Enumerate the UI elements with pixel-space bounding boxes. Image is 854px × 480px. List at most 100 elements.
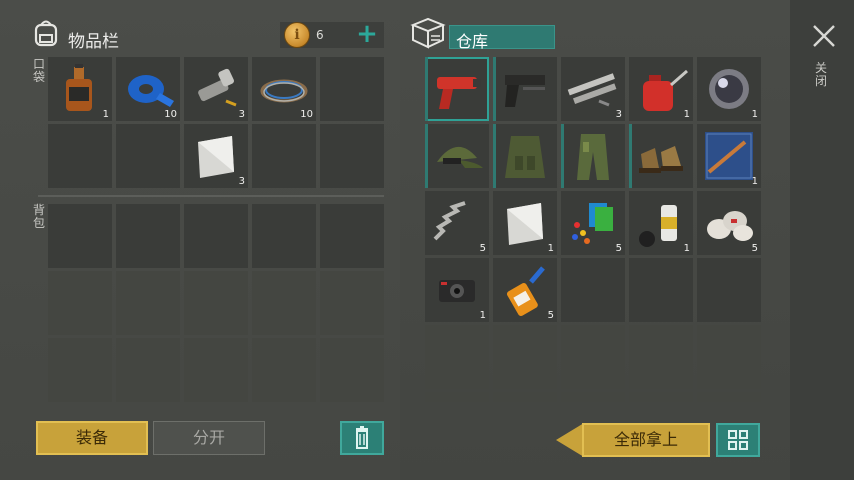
trash-icon — [356, 426, 368, 449]
pocket-slot[interactable] — [320, 124, 384, 188]
item-quantity: 1 — [479, 310, 486, 321]
item-quantity: 10 — [300, 109, 313, 120]
backpack-slot[interactable] — [184, 338, 248, 402]
trash-button[interactable] — [340, 421, 384, 455]
grid-view-button[interactable] — [716, 423, 760, 457]
item-quantity: 5 — [547, 310, 554, 321]
warehouse-slot[interactable] — [697, 258, 761, 322]
item-quantity: 5 — [615, 243, 622, 254]
metal-plate-icon — [198, 136, 234, 178]
backpack-slot[interactable] — [116, 338, 180, 402]
rarity-marker — [425, 57, 428, 121]
warehouse-slot[interactable] — [697, 325, 761, 389]
item-quantity: 3 — [615, 109, 622, 120]
backpack-slot[interactable] — [48, 204, 112, 268]
warehouse-slot[interactable]: 1 — [697, 57, 761, 121]
rifle-blueprint-icon — [705, 132, 753, 180]
take-all-arrow-icon — [556, 423, 584, 457]
bandages-icon — [707, 211, 753, 241]
pocket-slot[interactable]: 3 — [184, 57, 248, 121]
warehouse-slot[interactable] — [425, 325, 489, 389]
backpack-slot[interactable] — [184, 204, 248, 268]
pocket-slot[interactable]: 10 — [116, 57, 180, 121]
pocket-slot[interactable] — [116, 124, 180, 188]
backpack-slot[interactable] — [184, 271, 248, 335]
item-quantity: 5 — [479, 243, 486, 254]
warehouse-slot[interactable]: 1 — [493, 191, 557, 255]
warehouse-slot[interactable] — [697, 392, 761, 402]
pocket-slot[interactable] — [320, 57, 384, 121]
warehouse-title-tag: 仓库 — [449, 25, 555, 51]
close-label: 关闭 — [815, 61, 828, 88]
backpack-slot[interactable] — [320, 204, 384, 268]
grid-icon — [728, 430, 748, 450]
pocket-slot[interactable] — [48, 124, 112, 188]
warehouse-slot[interactable]: 1 — [629, 191, 693, 255]
warehouse-slot[interactable] — [561, 392, 625, 402]
pocket-slot[interactable]: 10 — [252, 57, 316, 121]
coin-icon: i — [284, 22, 310, 48]
warehouse-slot[interactable]: 5 — [425, 191, 489, 255]
oil-can-icon — [643, 69, 688, 111]
backpack-slot[interactable] — [116, 204, 180, 268]
metal-pipes-icon — [567, 73, 617, 107]
equip-button[interactable]: 装备 — [36, 421, 148, 455]
warehouse-slot[interactable] — [425, 392, 489, 402]
rarity-marker — [425, 124, 428, 188]
warehouse-slot[interactable]: 5 — [493, 258, 557, 322]
backpack-label: 背包 — [33, 203, 46, 230]
warehouse-slot[interactable] — [493, 392, 557, 402]
whiskey-bottle-icon — [66, 64, 92, 111]
take-all-button[interactable]: 全部拿上 — [582, 423, 710, 457]
close-button[interactable] — [808, 20, 840, 52]
warehouse-slot[interactable] — [629, 124, 693, 188]
warehouse-slot[interactable] — [493, 124, 557, 188]
warehouse-slot[interactable]: 5 — [697, 191, 761, 255]
warehouse-slot[interactable] — [425, 124, 489, 188]
backpack-slot[interactable] — [320, 271, 384, 335]
item-quantity: 1 — [683, 243, 690, 254]
backpack-icon — [30, 17, 62, 49]
pocket-slot[interactable]: 3 — [184, 124, 248, 188]
warehouse-slot[interactable] — [629, 258, 693, 322]
warehouse-slot[interactable]: 5 — [561, 191, 625, 255]
camo-pants-icon — [577, 134, 609, 180]
add-coins-button[interactable]: + — [356, 21, 378, 47]
backpack-slot[interactable] — [252, 338, 316, 402]
warehouse-slot[interactable] — [561, 124, 625, 188]
coin-count: 6 — [316, 28, 324, 42]
item-quantity: 1 — [751, 109, 758, 120]
section-divider — [38, 195, 384, 197]
pocket-slot[interactable] — [252, 124, 316, 188]
backpack-slot[interactable] — [252, 271, 316, 335]
glue-icon — [506, 266, 545, 317]
warehouse-slot[interactable] — [629, 392, 693, 402]
backpack-slot[interactable] — [48, 338, 112, 402]
boots-icon — [639, 146, 683, 173]
plastic-pieces-icon — [572, 203, 613, 244]
warehouse-slot[interactable] — [493, 57, 557, 121]
backpack-slot[interactable] — [252, 204, 316, 268]
tactical-vest-icon — [505, 136, 545, 178]
spring-icon — [433, 201, 466, 241]
backpack-slot[interactable] — [48, 271, 112, 335]
item-quantity: 3 — [238, 176, 245, 187]
warehouse-slot[interactable] — [493, 325, 557, 389]
warehouse-slot[interactable] — [561, 325, 625, 389]
warehouse-box-icon — [410, 16, 446, 50]
warehouse-slot[interactable]: 1 — [425, 258, 489, 322]
warehouse-slot[interactable]: 1 — [629, 57, 693, 121]
camo-cap-icon — [437, 146, 483, 168]
split-button[interactable]: 分开 — [153, 421, 265, 455]
warehouse-slot[interactable] — [561, 258, 625, 322]
warehouse-slot[interactable] — [629, 325, 693, 389]
warehouse-slot[interactable]: 1 — [697, 124, 761, 188]
warehouse-slot[interactable] — [425, 57, 489, 121]
pocket-slot[interactable]: 1 — [48, 57, 112, 121]
item-quantity: 10 — [164, 109, 177, 120]
rarity-marker — [493, 57, 496, 121]
warehouse-slot[interactable]: 3 — [561, 57, 625, 121]
backpack-slot[interactable] — [320, 338, 384, 402]
pistol-icon — [505, 75, 545, 107]
backpack-slot[interactable] — [116, 271, 180, 335]
